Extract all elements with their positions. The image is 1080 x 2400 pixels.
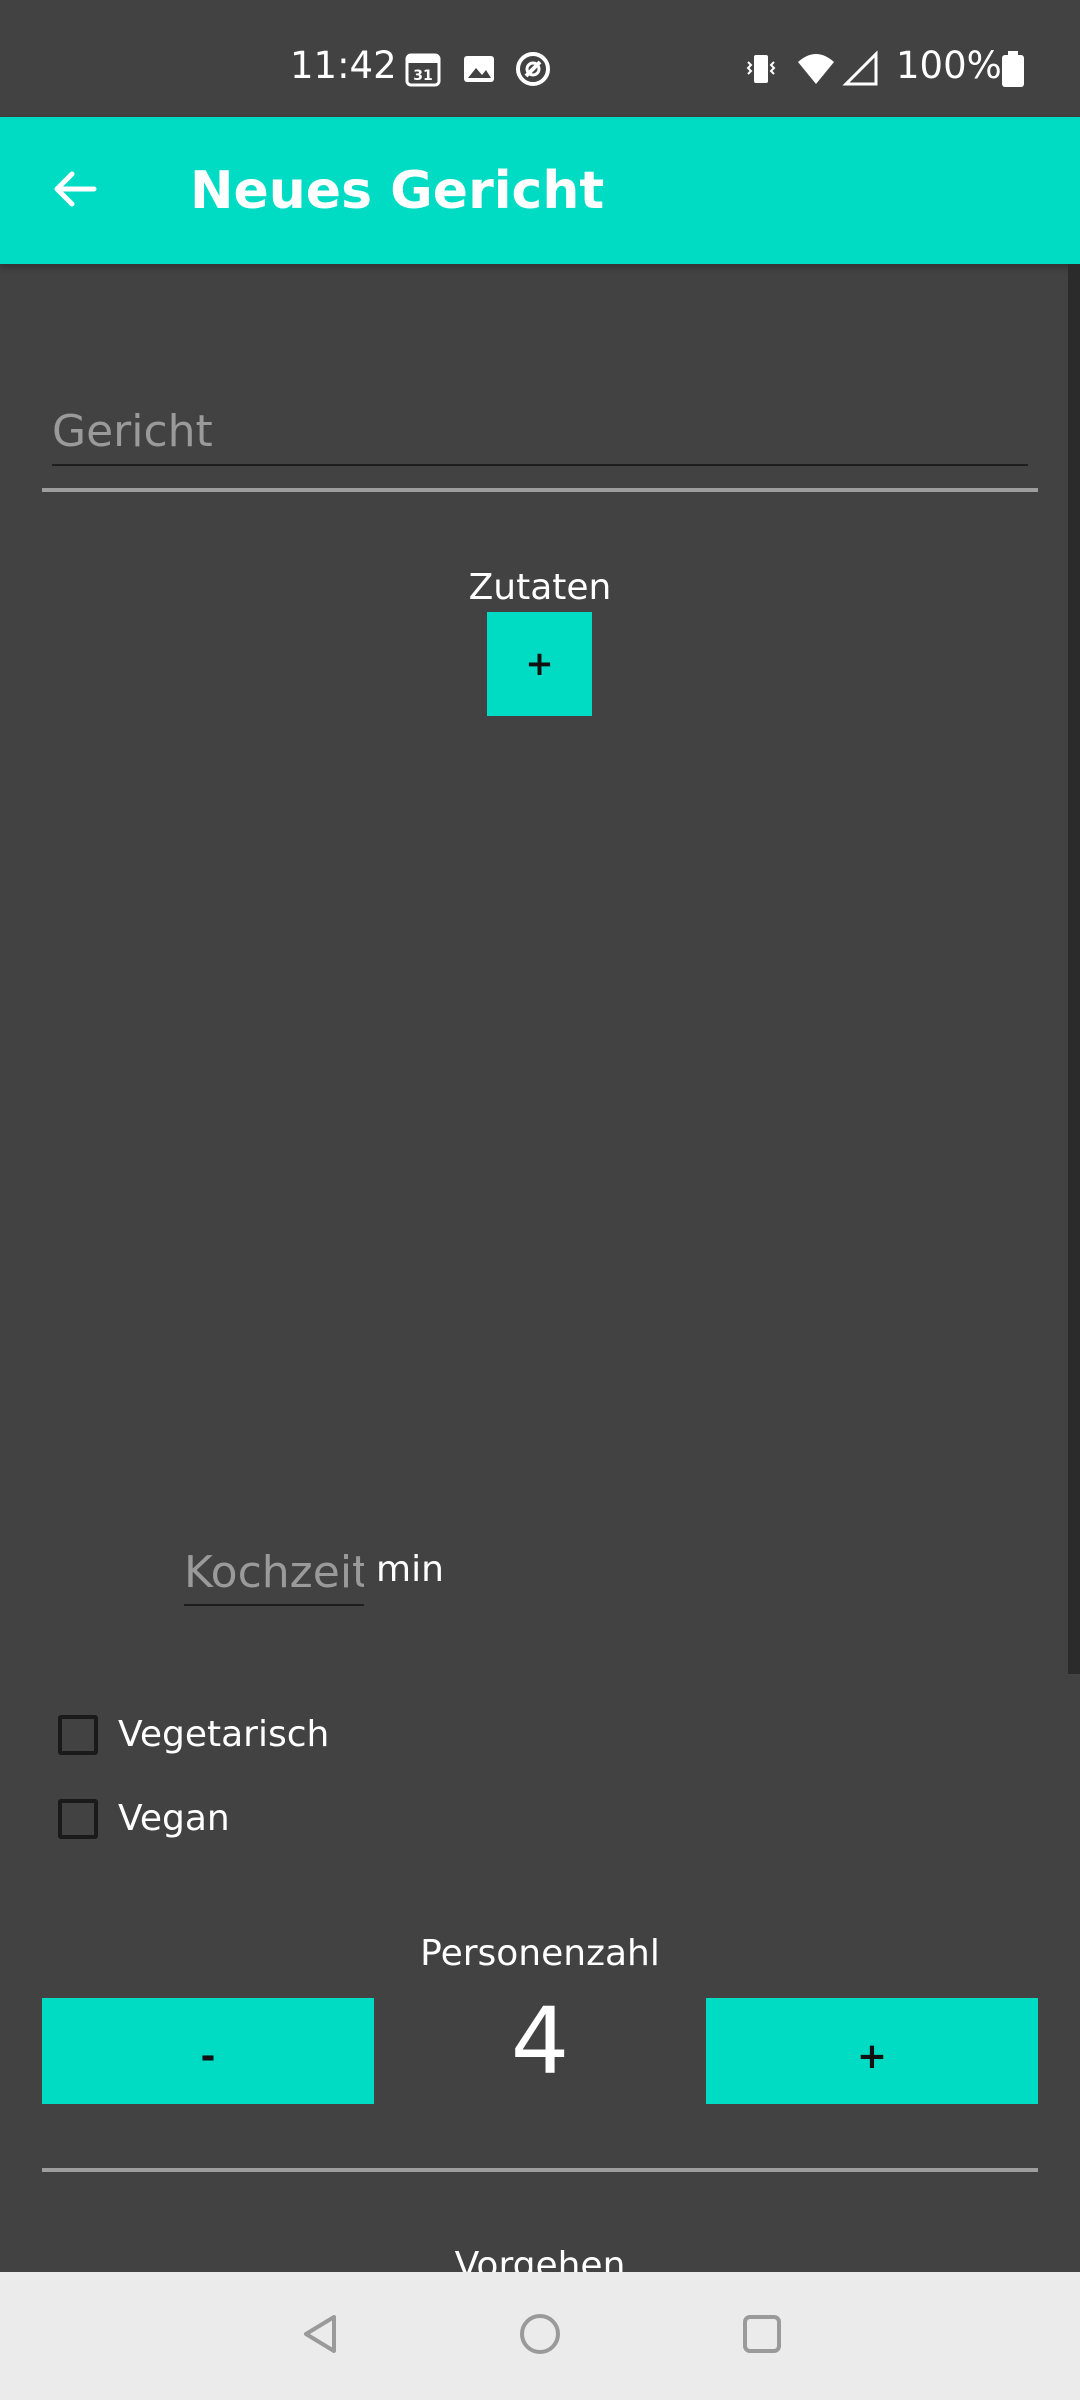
add-ingredient-button[interactable]: +	[487, 612, 592, 716]
recents-square-icon	[740, 2312, 784, 2360]
decrement-button[interactable]: -	[42, 1998, 374, 2104]
personenzahl-label: Personenzahl	[420, 1933, 660, 1974]
navigation-bar	[0, 2272, 1080, 2400]
arrow-back-icon	[50, 165, 98, 217]
signal-icon	[842, 50, 880, 88]
status-bar: 11:42 31 100%	[0, 0, 1080, 117]
divider	[42, 488, 1038, 492]
vegan-checkbox[interactable]: Vegan	[58, 1794, 230, 1844]
battery-icon	[1000, 50, 1038, 88]
battery-percent: 100%	[896, 44, 1002, 87]
gericht-input[interactable]	[52, 398, 1028, 466]
kochzeit-input[interactable]	[184, 1540, 364, 1606]
checkbox-label: Vegan	[118, 1798, 230, 1839]
nav-back-button[interactable]	[284, 2300, 356, 2372]
back-triangle-icon	[298, 2312, 342, 2360]
sync-icon	[514, 50, 552, 88]
scrollbar[interactable]	[1068, 264, 1080, 1674]
status-time: 11:42	[290, 44, 397, 87]
back-button[interactable]	[34, 151, 114, 231]
kochzeit-unit: min	[376, 1549, 444, 1590]
wifi-icon	[796, 50, 834, 88]
home-circle-icon	[518, 2312, 562, 2360]
nav-recents-button[interactable]	[726, 2300, 798, 2372]
checkbox-box[interactable]	[58, 1715, 98, 1755]
zutaten-label: Zutaten	[468, 567, 612, 608]
increment-button[interactable]: +	[706, 1998, 1038, 2104]
nav-home-button[interactable]	[504, 2300, 576, 2372]
app-bar: Neues Gericht	[0, 117, 1080, 264]
page-title: Neues Gericht	[190, 161, 605, 221]
calendar-icon: 31	[404, 50, 442, 88]
checkbox-label: Vegetarisch	[118, 1714, 330, 1755]
vegetarisch-checkbox[interactable]: Vegetarisch	[58, 1710, 329, 1760]
checkbox-box[interactable]	[58, 1799, 98, 1839]
divider	[42, 2168, 1038, 2172]
personenzahl-value: 4	[510, 1988, 570, 2095]
vibrate-icon	[742, 50, 780, 88]
image-icon	[460, 50, 498, 88]
svg-text:31: 31	[413, 68, 432, 84]
